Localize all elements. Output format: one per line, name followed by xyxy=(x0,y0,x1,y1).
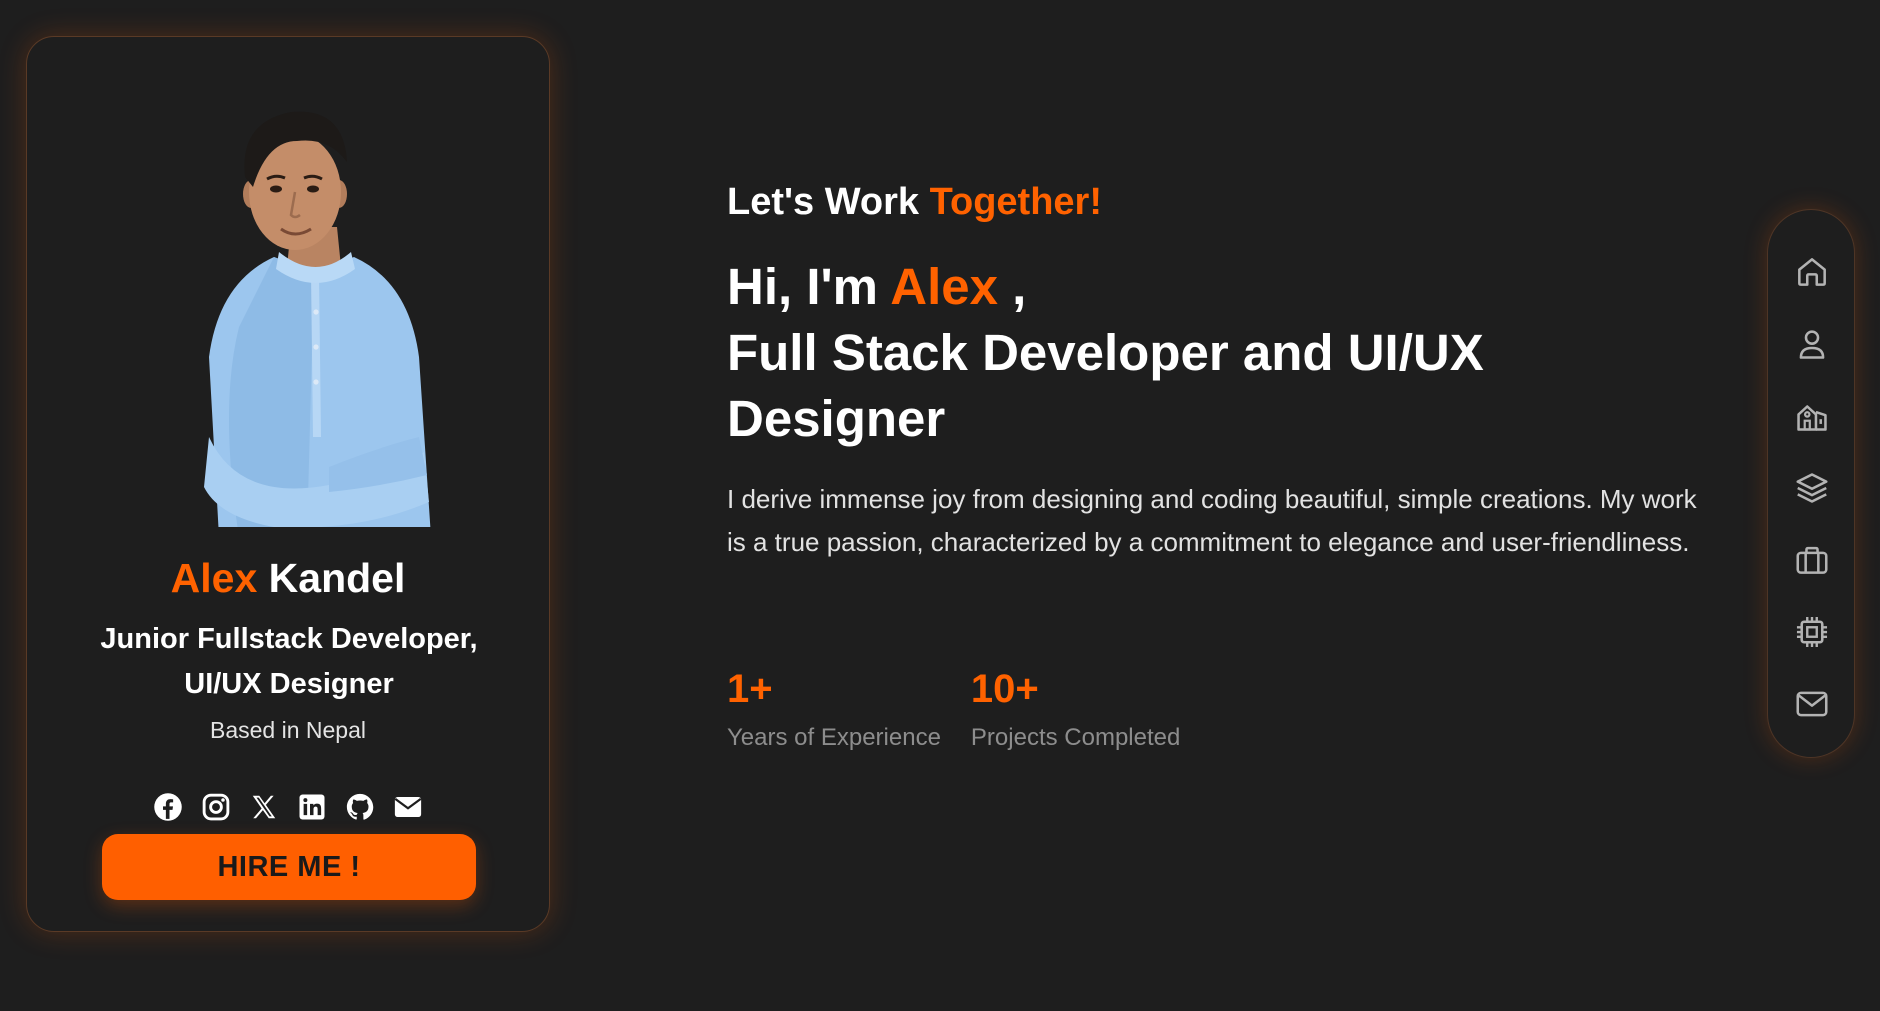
hero-greeting-name: Alex xyxy=(890,258,998,315)
hire-me-button[interactable]: HIRE ME ! xyxy=(102,834,476,900)
profile-photo xyxy=(179,107,449,527)
hero-kicker: Let's Work Together! xyxy=(727,178,1102,226)
nav-skills[interactable] xyxy=(1790,610,1834,654)
briefcase-icon xyxy=(1796,546,1828,574)
hero-greeting-suffix: , xyxy=(1012,258,1027,315)
profile-role: Junior Fullstack Developer, UI/UX Design… xyxy=(67,617,511,707)
mail-icon xyxy=(1796,691,1828,717)
stat-label: Years of Experience xyxy=(727,724,941,751)
layers-icon xyxy=(1796,473,1828,503)
portfolio-page: Alex Kandel Junior Fullstack Developer, … xyxy=(0,0,1880,1011)
nav-home[interactable] xyxy=(1790,250,1834,294)
profile-last-name: Kandel xyxy=(268,555,406,601)
nav-about[interactable] xyxy=(1790,322,1834,366)
profile-location: Based in Nepal xyxy=(210,717,366,743)
hero-heading: Hi, I'm Alex , Full Stack Developer and … xyxy=(727,254,1627,452)
nav-services[interactable] xyxy=(1790,466,1834,510)
nav-contact[interactable] xyxy=(1790,682,1834,726)
x-twitter-icon[interactable] xyxy=(248,791,280,823)
profile-role-line2: UI/UX Designer xyxy=(184,668,394,700)
side-nav xyxy=(1767,209,1855,758)
chip-icon xyxy=(1796,616,1828,648)
hero-title: Full Stack Developer and UI/UX Designer xyxy=(727,324,1484,447)
facebook-icon[interactable] xyxy=(152,791,184,823)
stat-projects: 10+ Projects Completed xyxy=(971,662,1180,752)
github-icon[interactable] xyxy=(344,791,376,823)
user-icon xyxy=(1799,330,1825,359)
nav-education[interactable] xyxy=(1790,394,1834,438)
profile-role-line1: Junior Fullstack Developer, xyxy=(100,623,478,655)
email-icon[interactable] xyxy=(392,791,424,823)
stat-value: 10+ xyxy=(970,667,1039,711)
hero-greeting-prefix: Hi, I'm xyxy=(727,258,878,315)
profile-card: Alex Kandel Junior Fullstack Developer, … xyxy=(26,36,550,932)
stat-label: Projects Completed xyxy=(970,724,1181,751)
stat-value: 1+ xyxy=(727,667,773,711)
home-icon xyxy=(1798,258,1826,286)
social-links xyxy=(27,791,549,823)
building-icon xyxy=(1797,405,1827,431)
hero-kicker-prefix: Let's Work xyxy=(727,181,920,223)
stat-experience: 1+ Years of Experience xyxy=(727,662,941,752)
stats-row: 1+ Years of Experience 10+ Projects Comp… xyxy=(727,662,1180,752)
hero-kicker-accent: Together! xyxy=(929,181,1103,223)
linkedin-icon[interactable] xyxy=(296,791,328,823)
instagram-icon[interactable] xyxy=(200,791,232,823)
hero-description: I derive immense joy from designing and … xyxy=(727,484,1697,557)
profile-name: Alex Kandel xyxy=(27,553,549,603)
nav-portfolio[interactable] xyxy=(1790,538,1834,582)
profile-first-name: Alex xyxy=(170,555,258,601)
